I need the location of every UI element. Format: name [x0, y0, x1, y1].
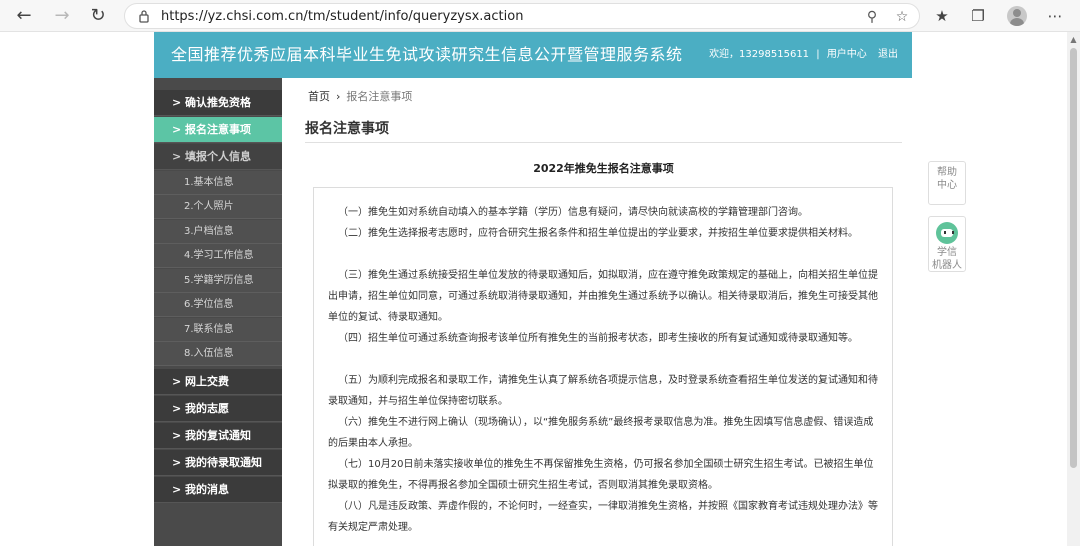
page-scrollbar[interactable]: ▲: [1067, 32, 1080, 546]
notice-paragraph: （六）推免生不进行网上确认（现场确认），以“推免服务系统”最终报考录取信息为准。…: [328, 417, 874, 449]
forward-arrow-icon[interactable]: →: [50, 4, 74, 28]
sidebar-item-my-admission-notices[interactable]: > 我的待录取通知: [154, 450, 282, 476]
favorites-icon[interactable]: ★: [931, 5, 953, 27]
lock-icon[interactable]: [137, 9, 151, 23]
help-center-button[interactable]: 帮助 中心: [928, 161, 966, 205]
logout-link[interactable]: 退出: [878, 49, 898, 60]
favorite-add-icon[interactable]: ☆: [893, 8, 911, 26]
user-area: 欢迎，13298515611 | 用户中心 退出: [705, 32, 898, 78]
notice-paragraph: （八）凡是违反政策、弄虚作假的，不论何时，一经查实，一律取消推免生资格，并按照《…: [328, 501, 878, 533]
url-text[interactable]: https://yz.chsi.com.cn/tm/student/info/q…: [161, 4, 523, 30]
scrollbar-thumb[interactable]: [1070, 48, 1077, 468]
notice-paragraph: （四）招生单位可通过系统查询报考该单位所有推免生的当前报考状态，即考生接收的所有…: [338, 333, 858, 344]
notice-paragraph: （七）10月20日前未落实接收单位的推免生不再保留推免生资格，仍可报名参加全国硕…: [328, 459, 874, 491]
back-arrow-icon[interactable]: ←: [12, 4, 36, 28]
breadcrumb-home[interactable]: 首页: [308, 90, 330, 103]
notice-paragraph: （一）推免生如对系统自动填入的基本学籍（学历）信息有疑问，请尽快向就读高校的学籍…: [338, 207, 808, 218]
zoom-icon[interactable]: ⚲: [863, 8, 881, 26]
notice-paragraph: （二）推免生选择报考志愿时，应符合研究生报名条件和招生单位提出的学业要求，并按招…: [338, 228, 858, 239]
sidebar-item-personal-info[interactable]: > 填报个人信息: [154, 144, 282, 170]
sidebar-subitem-basic-info[interactable]: 1.基本信息: [154, 171, 282, 195]
notice-box: （一）推免生如对系统自动填入的基本学籍（学历）信息有疑问，请尽快向就读高校的学籍…: [313, 187, 893, 546]
sidebar-subitem-education-record[interactable]: 5.学籍学历信息: [154, 269, 282, 293]
chat-robot-button[interactable]: 学信 机器人: [928, 216, 966, 272]
user-greeting: 欢迎，13298515611: [709, 49, 810, 60]
sidebar-subitem-study-work[interactable]: 4.学习工作信息: [154, 244, 282, 268]
notice-paragraph: （五）为顺利完成报名和录取工作，请推免生认真了解系统各项提示信息，及时登录系统查…: [328, 375, 878, 407]
refresh-icon[interactable]: ↻: [86, 4, 110, 28]
breadcrumb-current: 报名注意事项: [346, 90, 413, 103]
sidebar-item-confirm-qualification[interactable]: > 确认推免资格: [154, 90, 282, 116]
user-separator: |: [816, 49, 820, 60]
sidebar-item-my-applications[interactable]: > 我的志愿: [154, 396, 282, 422]
site-title: 全国推荐优秀应届本科毕业生免试攻读研究生信息公开暨管理服务系统: [171, 45, 683, 64]
title-divider: [305, 142, 902, 143]
sidebar-item-my-interview-notices[interactable]: > 我的复试通知: [154, 423, 282, 449]
collections-icon[interactable]: ❐: [967, 5, 989, 27]
breadcrumb: 首页 › 报名注意事项: [308, 88, 412, 106]
scroll-up-icon[interactable]: ▲: [1069, 35, 1078, 44]
robot-icon: [936, 222, 958, 244]
address-bar[interactable]: https://yz.chsi.com.cn/tm/student/info/q…: [124, 3, 920, 29]
notice-heading: 2022年推免生报名注意事项: [533, 162, 674, 175]
sidebar-item-online-payment[interactable]: > 网上交费: [154, 369, 282, 395]
sidebar-item-registration-notes[interactable]: > 报名注意事项: [154, 117, 282, 143]
robot-label-line2: 机器人: [932, 260, 962, 271]
robot-label-line1: 学信: [937, 247, 957, 258]
help-center-label-line2: 中心: [937, 180, 957, 191]
sidebar-subitem-photo[interactable]: 2.个人照片: [154, 195, 282, 219]
sidebar: > 确认推免资格 > 报名注意事项 > 填报个人信息 1.基本信息 2.个人照片…: [154, 78, 282, 546]
sidebar-subitem-enlistment[interactable]: 8.入伍信息: [154, 342, 282, 366]
more-icon[interactable]: ⋯: [1044, 5, 1066, 27]
user-center-link[interactable]: 用户中心: [827, 49, 867, 60]
profile-icon[interactable]: [1007, 6, 1027, 26]
sidebar-item-my-messages[interactable]: > 我的消息: [154, 477, 282, 503]
page-title: 报名注意事项: [305, 121, 389, 137]
notice-paragraph: （三）推免生通过系统接受招生单位发放的待录取通知后，如拟取消，应在遵守推免政策规…: [328, 270, 878, 323]
help-center-label-line1: 帮助: [937, 167, 957, 178]
sidebar-subitem-household-archive[interactable]: 3.户档信息: [154, 220, 282, 244]
browser-toolbar: ← → ↻ https://yz.chsi.com.cn/tm/student/…: [0, 0, 1080, 32]
sidebar-subitem-degree[interactable]: 6.学位信息: [154, 293, 282, 317]
breadcrumb-separator: ›: [336, 90, 341, 103]
sidebar-subitem-contact[interactable]: 7.联系信息: [154, 318, 282, 342]
site-header: 全国推荐优秀应届本科毕业生免试攻读研究生信息公开暨管理服务系统 欢迎，13298…: [154, 32, 912, 78]
